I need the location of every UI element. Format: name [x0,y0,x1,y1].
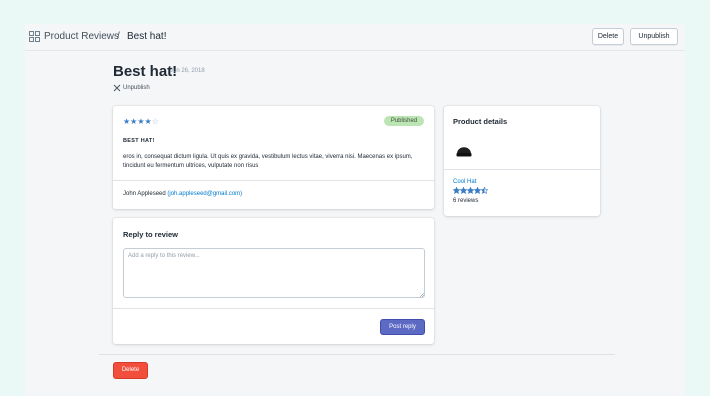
divider [113,180,434,181]
reviewer-name: John Appleseed [123,191,166,197]
footer-divider [99,354,615,355]
star-filled-icon [453,187,460,194]
review-date: Jun 26, 2018 [170,68,205,74]
reply-heading: Reply to review [123,230,179,239]
reviewer-info: John Appleseed (joh.appleseed@gmail.com) [123,191,242,197]
breadcrumb-separator: / [117,31,120,42]
resize-handle-icon[interactable] [420,293,424,297]
unpublish-button[interactable]: Unpublish [630,28,678,45]
review-card: ★★★★☆ Published BEST HAT! eros in, conse… [113,106,434,209]
star-filled-icon: ★ [144,117,152,126]
hat-image [456,147,472,157]
page-title: Best hat! [113,63,178,80]
review-star-rating: ★★★★☆ [123,117,159,126]
status-badge: Published [384,116,424,126]
delete-review-button[interactable]: Delete [113,362,148,379]
unpublish-action-label: Unpublish [123,85,150,91]
reply-textarea[interactable] [123,248,425,298]
top-bar: Product Reviews / Best hat! Delete Unpub… [25,24,685,51]
star-filled-icon [460,187,467,194]
star-filled-icon: ★ [137,117,145,126]
product-review-count: 6 reviews [453,198,479,204]
unpublish-action[interactable]: Unpublish [113,83,150,93]
product-star-rating [453,187,488,195]
post-reply-button[interactable]: Post reply [380,319,425,335]
divider [444,169,600,170]
app-grid-icon [29,31,40,42]
reviewer-email-link[interactable]: (joh.appleseed@gmail.com) [167,191,242,197]
product-name-link[interactable]: Cool Hat [453,179,476,185]
star-filled-icon [474,187,481,194]
star-empty-icon: ☆ [151,117,159,126]
product-details-card: Product details Cool Hat 6 reviews [444,106,600,216]
review-title: BEST HAT! [123,138,155,144]
delete-button[interactable]: Delete [592,28,624,45]
star-half-icon [481,187,488,194]
close-icon [113,84,121,92]
breadcrumb-current-page: Best hat! [127,31,167,42]
divider [113,308,434,309]
star-filled-icon [467,187,474,194]
reply-card: Reply to review Post reply [113,218,434,344]
review-body: eros in, consequat dictum ligula. Ut qui… [123,154,413,169]
breadcrumb-app-link[interactable]: Product Reviews [44,31,119,42]
product-details-heading: Product details [453,117,508,126]
app-frame: Product Reviews / Best hat! Delete Unpub… [25,24,685,396]
